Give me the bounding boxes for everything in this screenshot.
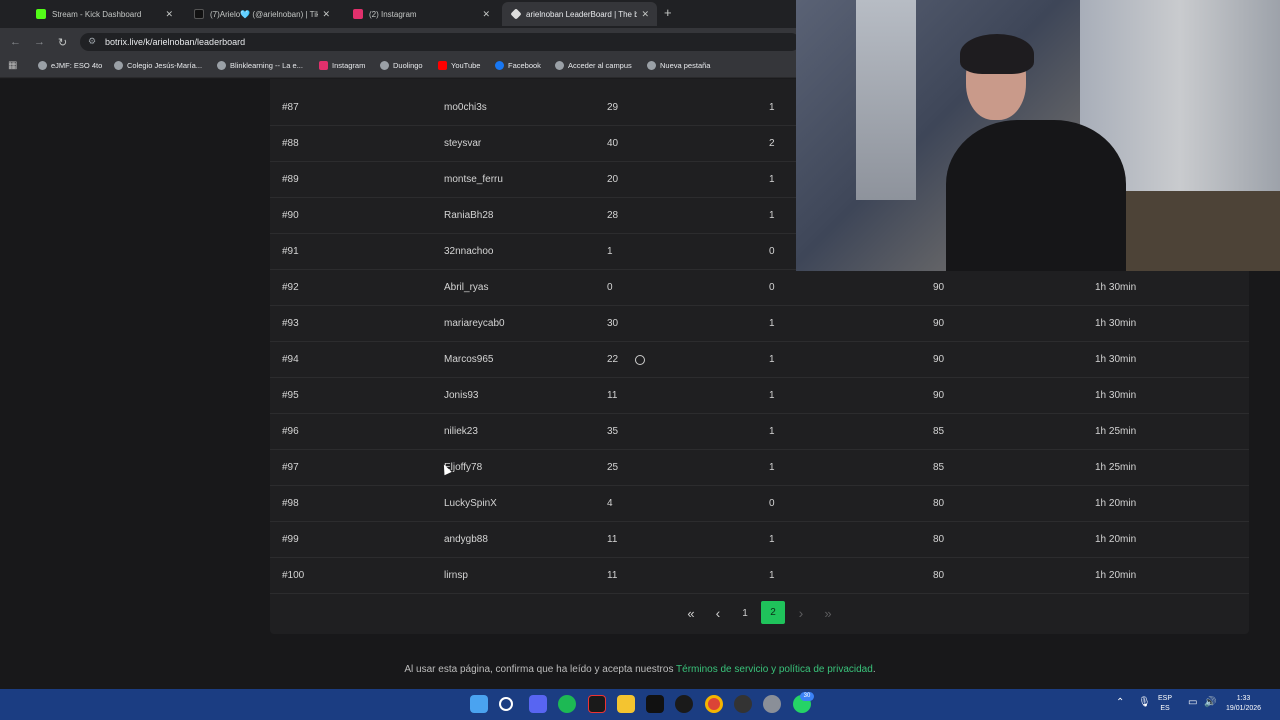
globe-icon: [380, 61, 389, 70]
bookmark-9[interactable]: Nueva pestaña: [647, 61, 710, 70]
bookmark-4[interactable]: Instagram: [319, 61, 365, 70]
tiktok-icon: [194, 9, 204, 19]
windows-taskbar: [0, 689, 1280, 720]
back-icon[interactable]: ←: [10, 36, 21, 48]
bookmark-3[interactable]: Blinklearning -- La e...: [217, 61, 303, 70]
url-text[interactable]: botrix.live/k/arielnoban/leaderboard: [105, 37, 245, 47]
apps-grid-icon[interactable]: ▦: [8, 60, 17, 71]
table-row: #99 andygb88 11 1 80 1h 20min: [270, 522, 1249, 558]
table-row: #97 Eljoffy78 25 1 85 1h 25min: [270, 450, 1249, 486]
bookmark-6[interactable]: YouTube: [438, 61, 480, 70]
obs-icon[interactable]: [675, 695, 693, 713]
bookmark-5[interactable]: Duolingo: [380, 61, 423, 70]
prev-page-button[interactable]: ‹: [708, 603, 728, 623]
tab-kick-dashboard[interactable]: Stream - Kick Dashboard ✕: [26, 2, 181, 26]
instagram-icon: [353, 9, 363, 19]
chevron-up-icon[interactable]: ⌃: [1116, 698, 1124, 708]
app-icon[interactable]: [588, 695, 606, 713]
chrome-icon[interactable]: [705, 695, 723, 713]
close-icon[interactable]: ✕: [165, 9, 173, 20]
kick-icon: [36, 9, 46, 19]
new-tab-icon[interactable]: +: [664, 5, 672, 20]
page-2-button[interactable]: 2: [761, 601, 785, 624]
globe-icon: [38, 61, 47, 70]
footer-notice: Al usar esta página, confirma que ha leí…: [404, 664, 876, 675]
network-icon[interactable]: ▭: [1188, 698, 1197, 708]
table-row: #95 Jonis93 11 1 90 1h 30min: [270, 378, 1249, 414]
notification-badge: 30: [800, 692, 814, 701]
epic-games-icon[interactable]: [646, 695, 664, 713]
table-row: #100 lirnsp 11 1 80 1h 20min: [270, 558, 1249, 594]
settings-icon[interactable]: [763, 695, 781, 713]
search-icon[interactable]: [499, 697, 513, 711]
clock-icon: [635, 355, 645, 365]
bookmark-8[interactable]: Acceder al campus: [555, 61, 632, 70]
bookmark-7[interactable]: Facebook: [495, 61, 541, 70]
youtube-icon: [438, 61, 447, 70]
table-row: #96 niliek23 35 1 85 1h 25min: [270, 414, 1249, 450]
close-icon[interactable]: ✕: [641, 9, 649, 20]
instagram-icon: [319, 61, 328, 70]
bookmark-2[interactable]: Colegio Jesús-María...: [114, 61, 202, 70]
clock[interactable]: 1:33 19/01/2026: [1226, 694, 1261, 714]
discord-icon[interactable]: [529, 695, 547, 713]
start-icon[interactable]: [470, 695, 488, 713]
last-page-button[interactable]: »: [818, 603, 838, 623]
microphone-icon[interactable]: 🎙: [1138, 698, 1151, 708]
volume-icon[interactable]: 🔊: [1204, 698, 1216, 708]
first-page-button[interactable]: «: [681, 603, 701, 623]
reload-icon[interactable]: ↻: [58, 36, 67, 49]
tab-tiktok[interactable]: (7)Arielo🩵 (@arielnoban) | Tik ✕: [184, 2, 338, 26]
forward-icon[interactable]: →: [34, 36, 45, 48]
table-row: #98 LuckySpinX 4 0 80 1h 20min: [270, 486, 1249, 522]
table-row: #92 Abril_ryas 0 0 90 1h 30min: [270, 270, 1249, 306]
app-icon-2[interactable]: [734, 695, 752, 713]
page-1-button[interactable]: 1: [735, 603, 755, 623]
botrix-icon: [510, 8, 522, 20]
close-icon[interactable]: ✕: [322, 9, 330, 20]
site-info-icon[interactable]: ⚙: [88, 36, 96, 47]
bookmark-1[interactable]: eJMF: ESO 4to: [38, 61, 102, 70]
tab-instagram[interactable]: (2) Instagram ✕: [343, 2, 498, 26]
spotify-icon[interactable]: [558, 695, 576, 713]
globe-icon: [217, 61, 226, 70]
close-icon[interactable]: ✕: [482, 9, 490, 20]
folder-icon[interactable]: [617, 695, 635, 713]
globe-icon: [647, 61, 656, 70]
next-page-button[interactable]: ›: [791, 603, 811, 623]
webcam-overlay: [796, 0, 1280, 271]
globe-icon: [114, 61, 123, 70]
tab-leaderboard[interactable]: arielnoban LeaderBoard | The b ✕: [502, 2, 657, 26]
facebook-icon: [495, 61, 504, 70]
table-row: #93 mariareycab0 30 1 90 1h 30min: [270, 306, 1249, 342]
globe-icon: [555, 61, 564, 70]
language-indicator[interactable]: ESP ES: [1158, 694, 1172, 714]
terms-link[interactable]: Términos de servicio y política de priva…: [676, 664, 873, 675]
table-row: #94 Marcos965 22 1 90 1h 30min: [270, 342, 1249, 378]
